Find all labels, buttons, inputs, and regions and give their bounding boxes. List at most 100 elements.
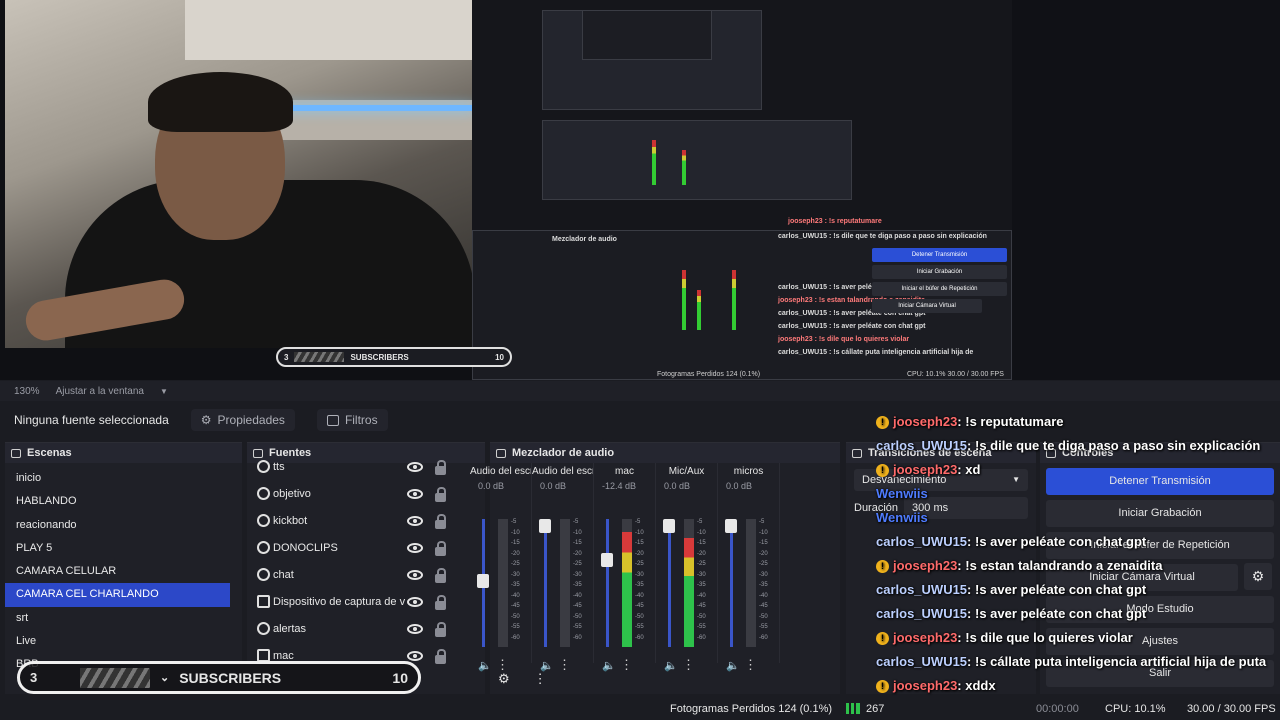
channel-menu-icon[interactable]: ⋮ [682,658,695,671]
dock-icon [11,448,21,458]
channel-menu-icon[interactable]: ⋮ [620,658,633,671]
chat-message: carlos_UWU15: !s dile que te diga paso a… [876,434,1280,458]
chevron-down-icon: ⌄ [160,672,170,684]
speaker-icon[interactable]: 🔈 [726,659,740,672]
fit-window-dropdown[interactable]: Ajustar a la ventana [56,386,144,397]
chevron-down-icon[interactable]: ▼ [160,387,168,396]
level-meter [498,519,508,647]
visibility-eye-icon[interactable] [407,650,423,661]
chat-text: : xd [957,462,981,477]
rec-time: 00:00:00 [1036,703,1079,715]
lock-icon[interactable] [435,541,446,556]
moderator-badge-icon: ! [876,416,889,430]
source-item[interactable]: DONOCLIPS [247,534,485,561]
chat-message: ! jooseph23: xddx [876,674,1280,698]
visibility-eye-icon[interactable] [407,542,423,553]
volume-slider-track[interactable] [544,519,547,647]
volume-slider-handle[interactable] [601,553,613,568]
cpu-usage: CPU: 10.1% [1105,703,1166,715]
channel-db: 0.0 dB [540,481,567,491]
lock-icon[interactable] [435,460,446,475]
visibility-eye-icon[interactable] [407,461,423,472]
visibility-eye-icon[interactable] [407,488,423,499]
channel-menu-icon[interactable]: ⋮ [744,658,757,671]
source-item[interactable]: chat [247,561,485,588]
status-bar: Fotogramas Perdidos 124 (0.1%) 267 00:00… [0,698,1280,720]
volume-slider-handle[interactable] [477,573,489,588]
mixer-channel: mac -12.4 dB -5 -10 -15 -20 -25 -30 -35 -40 -45 -50… [594,463,656,672]
mixer-settings-gear-icon[interactable]: ⚙ [498,671,510,687]
filter-icon [326,414,339,426]
chat-message: carlos_UWU15: !s cállate puta inteligenc… [876,650,1280,674]
scene-item[interactable]: srt [5,607,230,630]
chat-username: Wenwiis [876,510,928,525]
source-name: alertas [273,622,307,635]
channel-menu-icon[interactable]: ⋮ [496,658,509,671]
scene-item[interactable]: Live [5,630,230,653]
volume-slider-handle[interactable] [539,519,551,533]
subscribers-label: SUBSCRIBERS [179,669,282,686]
lock-icon[interactable] [435,487,446,502]
mixer-menu-icon[interactable]: ⋮ [534,671,547,687]
volume-slider-handle[interactable] [663,519,675,533]
subscribers-overlay: 3 ⌄ SUBSCRIBERS 10 [17,661,421,694]
source-item[interactable]: Dispositivo de captura de v [247,588,485,615]
source-name: kickbot [273,514,308,527]
meter-ticks: -5 -10 -15 -20 -25 -30 -35 -40 -45 -50 -55 -60 [635,519,644,641]
channel-menu-icon[interactable]: ⋮ [558,658,571,671]
lock-icon[interactable] [435,514,446,529]
lock-icon[interactable] [435,622,446,637]
scene-item[interactable]: inicio [5,467,230,490]
chat-username: jooseph23 [893,558,958,573]
filters-button[interactable]: Filtros [316,409,388,431]
chat-overlay: ! jooseph23: !s reputatumare carlos_UWU15:… [876,410,1280,698]
volume-slider-track[interactable] [730,519,733,647]
moderator-badge-icon: ! [876,464,889,478]
chat-username: Wenwiis [876,486,928,501]
source-item[interactable]: kickbot [247,507,485,534]
scene-item[interactable]: reacionando [5,514,230,537]
globe-icon [257,541,270,554]
source-item[interactable]: alertas [247,615,485,642]
visibility-eye-icon[interactable] [407,596,423,607]
scene-item[interactable]: CAMARA CELULAR [5,560,230,583]
lock-icon[interactable] [435,649,446,664]
speaker-icon[interactable]: 🔈 [478,659,492,672]
volume-slider-handle[interactable] [725,519,737,533]
lock-icon[interactable] [435,568,446,583]
preview-canvas[interactable]: Mezclador de audio jooseph23 : !s reputa… [0,0,1280,380]
source-name: mac [273,649,294,662]
signal-icon [846,703,860,714]
source-item[interactable]: objetivo [247,480,485,507]
speaker-icon[interactable]: 🔈 [540,659,554,672]
visibility-eye-icon[interactable] [407,515,423,526]
meter-ticks: -5 -10 -15 -20 -25 -30 -35 -40 -45 -50 -55 -60 [511,519,520,641]
channel-label: mac [615,466,634,477]
camera-icon [257,595,270,608]
scene-item[interactable]: PLAY 5 [5,537,230,560]
globe-icon [257,487,270,500]
speaker-icon[interactable]: 🔈 [602,659,616,672]
lock-icon[interactable] [435,595,446,610]
chat-text: : !s dile que te diga paso a paso sin ex… [967,438,1261,453]
visibility-eye-icon[interactable] [407,623,423,634]
speaker-icon[interactable]: 🔈 [664,659,678,672]
globe-icon [257,568,270,581]
chat-username: carlos_UWU15 [876,606,968,621]
source-item[interactable]: tts [247,453,485,480]
globe-icon [257,622,270,635]
volume-slider-track[interactable] [606,519,609,647]
dock-icon [852,448,862,458]
scene-item[interactable]: HABLANDO [5,490,230,513]
dock-icon [496,448,506,458]
volume-slider-track[interactable] [668,519,671,647]
nested-obs-capture: Mezclador de audio jooseph23 : !s reputa… [472,0,1012,380]
properties-button[interactable]: ⚙ Propiedades [190,409,295,431]
scene-item[interactable]: CAMARA CEL CHARLANDO [5,583,230,607]
visibility-eye-icon[interactable] [407,569,423,580]
channel-db: -12.4 dB [602,481,637,491]
audio-mixer-dock: Mezclador de audio Audio del escritor 0.0… [470,442,840,694]
meter-ticks: -5 -10 -15 -20 -25 -30 -35 -40 -45 -50 -55 -60 [573,519,582,641]
mixer-channel: Audio del escritor 0.0 dB -5-10-15-20-25-3… [532,463,594,672]
chat-text: : !s aver peléate con chat gpt [967,582,1147,597]
